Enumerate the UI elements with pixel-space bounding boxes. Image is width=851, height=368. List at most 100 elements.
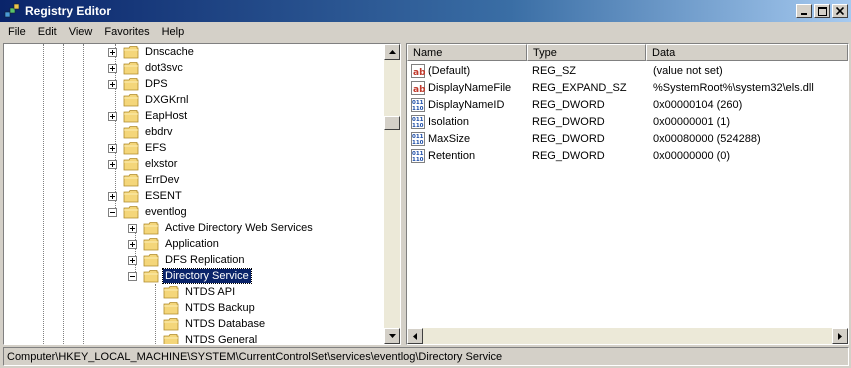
expand-icon[interactable]: [108, 191, 117, 201]
tree-item-label: EapHost: [145, 110, 188, 122]
folder-icon: [143, 269, 159, 283]
menu-file[interactable]: File: [2, 26, 32, 38]
tree-item-dnscache[interactable]: Dnscache: [108, 44, 196, 60]
binary-value-icon: 011 110: [411, 148, 425, 163]
value-type: REG_DWORD: [532, 149, 605, 162]
menu-help[interactable]: Help: [156, 26, 191, 38]
collapse-icon[interactable]: [128, 271, 137, 281]
tree-item-label: DPS: [145, 78, 168, 90]
maximize-button[interactable]: [814, 4, 830, 18]
tree-item-eventlog[interactable]: eventlog: [108, 204, 189, 220]
folder-icon: [123, 125, 139, 139]
tree-item-label: DXGKrnl: [145, 94, 189, 106]
expand-icon[interactable]: [128, 223, 137, 233]
value-name: DisplayNameID: [428, 98, 505, 111]
tree-item-ntds-api[interactable]: NTDS API: [148, 284, 237, 300]
tree-item-label: Directory Service: [162, 268, 252, 284]
value-type: REG_DWORD: [532, 132, 605, 145]
scroll-left-button[interactable]: [407, 328, 423, 344]
tree-item-active-directory-web-services[interactable]: Active Directory Web Services: [128, 220, 315, 236]
tree-item-application[interactable]: Application: [128, 236, 221, 252]
minimize-button[interactable]: [796, 4, 812, 18]
value-name: DisplayNameFile: [428, 81, 512, 94]
tree-item-label: NTDS API: [185, 286, 236, 298]
tree-item-esent[interactable]: ESENT: [108, 188, 184, 204]
arrow-right-icon: [838, 332, 842, 340]
expand-icon[interactable]: [108, 159, 117, 169]
tree-item-errdev[interactable]: ErrDev: [108, 172, 181, 188]
menu-bar: File Edit View Favorites Help: [0, 22, 851, 42]
scroll-thumb[interactable]: [384, 116, 400, 130]
value-data: 0x00000001 (1): [653, 115, 731, 128]
value-data: %SystemRoot%\system32\els.dll: [653, 81, 814, 94]
menu-edit[interactable]: Edit: [32, 26, 63, 38]
column-header-type[interactable]: Type: [527, 44, 646, 61]
value-row[interactable]: 011 110 MaxSize REG_DWORD 0x00080000 (524288…: [407, 130, 847, 147]
tree-item-ntds-database[interactable]: NTDS Database: [148, 316, 267, 332]
tree-item-dot3svc[interactable]: dot3svc: [108, 60, 185, 76]
expand-icon[interactable]: [128, 239, 137, 249]
value-row[interactable]: 011 110 DisplayNameID REG_DWORD 0x00000104 (…: [407, 96, 847, 113]
expand-icon[interactable]: [108, 111, 117, 121]
folder-icon: [163, 285, 179, 299]
tree-item-label: NTDS Database: [185, 318, 266, 330]
svg-text:110: 110: [412, 157, 424, 163]
value-name: Retention: [428, 149, 476, 162]
tree-item-ebdrv[interactable]: ebdrv: [108, 124, 175, 140]
svg-text:ab: ab: [413, 85, 425, 95]
minimize-icon: [801, 13, 807, 15]
tree-item-dps[interactable]: DPS: [108, 76, 170, 92]
value-row[interactable]: 011 110 Retention REG_DWORD 0x00000000 (0): [407, 147, 847, 164]
value-row[interactable]: ab (Default) REG_SZ (value not set): [407, 62, 847, 79]
folder-icon: [123, 45, 139, 59]
folder-icon: [123, 173, 139, 187]
tree-item-eaphost[interactable]: EapHost: [108, 108, 189, 124]
scroll-right-button[interactable]: [832, 328, 848, 344]
value-row[interactable]: 011 110 Isolation REG_DWORD 0x00000001 (1): [407, 113, 847, 130]
column-header-name[interactable]: Name: [407, 44, 527, 61]
menu-view[interactable]: View: [63, 26, 99, 38]
expand-icon[interactable]: [108, 63, 117, 73]
value-type: REG_SZ: [532, 64, 577, 77]
expand-icon[interactable]: [108, 143, 117, 153]
folder-icon: [143, 221, 159, 235]
arrow-left-icon: [413, 332, 417, 340]
expand-icon[interactable]: [128, 255, 137, 265]
folder-icon: [123, 93, 139, 107]
expand-icon[interactable]: [108, 47, 117, 57]
svg-text:110: 110: [412, 123, 424, 129]
svg-text:110: 110: [412, 106, 424, 112]
status-path: Computer\HKEY_LOCAL_MACHINE\SYSTEM\Curre…: [7, 350, 503, 363]
close-icon: [836, 7, 844, 15]
folder-icon: [163, 301, 179, 315]
tree-item-ntds-general[interactable]: NTDS General: [148, 332, 259, 344]
value-row[interactable]: ab DisplayNameFile REG_EXPAND_SZ %SystemRoo…: [407, 79, 847, 96]
tree-item-elxstor[interactable]: elxstor: [108, 156, 179, 172]
scroll-up-button[interactable]: [384, 44, 400, 60]
binary-value-icon: 011 110: [411, 131, 425, 146]
collapse-icon[interactable]: [108, 207, 117, 217]
status-bar: Computer\HKEY_LOCAL_MACHINE\SYSTEM\Curre…: [3, 347, 849, 366]
scroll-down-button[interactable]: [384, 328, 400, 344]
values-horizontal-scrollbar[interactable]: [407, 328, 848, 344]
tree-item-dfs-replication[interactable]: DFS Replication: [128, 252, 246, 268]
menu-favorites[interactable]: Favorites: [98, 26, 155, 38]
folder-icon: [123, 77, 139, 91]
values-pane[interactable]: Name Type Data ab (Default) REG_SZ (value n…: [406, 43, 849, 345]
expand-icon[interactable]: [108, 79, 117, 89]
column-header-data[interactable]: Data: [646, 44, 848, 61]
tree-item-ntds-backup[interactable]: NTDS Backup: [148, 300, 257, 316]
value-data: 0x00000104 (260): [653, 98, 743, 111]
tree-item-efs[interactable]: EFS: [108, 140, 168, 156]
close-button[interactable]: [832, 4, 848, 18]
tree-item-label: dot3svc: [145, 62, 183, 74]
title-bar[interactable]: Registry Editor: [0, 0, 851, 22]
tree-item-directory-service[interactable]: Directory Service: [128, 268, 252, 284]
tree-item-dxgkrnl[interactable]: DXGKrnl: [108, 92, 190, 108]
tree-item-label: EFS: [145, 142, 167, 154]
key-tree-pane[interactable]: Dnscache dot3svc DPS DXGKrnl EapHost ebdrv EFS…: [3, 43, 401, 345]
tree-vertical-scrollbar[interactable]: [384, 44, 400, 344]
folder-icon: [123, 61, 139, 75]
binary-value-icon: 011 110: [411, 97, 425, 112]
value-name: MaxSize: [428, 132, 471, 145]
